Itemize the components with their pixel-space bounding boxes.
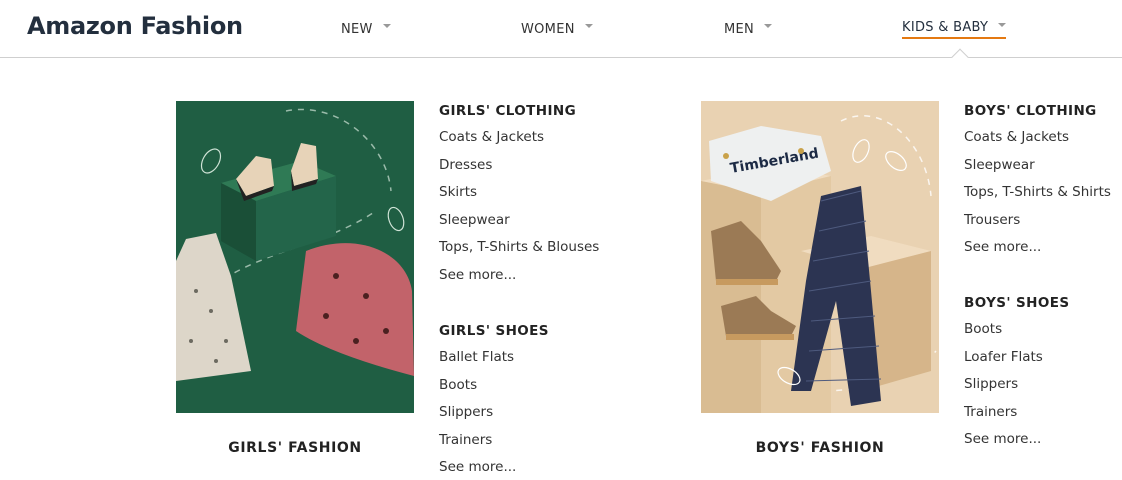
chevron-down-icon (998, 22, 1007, 27)
nav-men-label: MEN (724, 21, 755, 37)
girls-shoes-link[interactable]: Ballet Flats (439, 344, 549, 372)
nav-kids-baby-label: KIDS & BABY (902, 20, 989, 35)
nav-kids-baby[interactable]: KIDS & BABY (902, 19, 1007, 39)
girls-fashion-illustration (176, 101, 414, 413)
girls-clothing-link[interactable]: Dresses (439, 152, 599, 180)
chevron-down-icon (584, 24, 593, 28)
boys-clothing-link[interactable]: Sleepwear (964, 152, 1111, 180)
boys-shoes-link[interactable]: Boots (964, 316, 1069, 344)
girls-clothing-column: GIRLS' CLOTHING Coats & Jackets Dresses … (439, 101, 599, 289)
boys-clothing-link[interactable]: Coats & Jackets (964, 124, 1111, 152)
boys-shoes-link[interactable]: Slippers (964, 371, 1069, 399)
girls-shoes-column: GIRLS' SHOES Ballet Flats Boots Slippers… (439, 321, 549, 480)
girls-clothing-link[interactable]: Sleepwear (439, 207, 599, 235)
girls-shoes-link[interactable]: Boots (439, 372, 549, 400)
boys-fashion-image[interactable]: Timberland (701, 101, 939, 413)
girls-fashion-caption[interactable]: GIRLS' FASHION (176, 440, 414, 456)
boys-shoes-link[interactable]: Trainers (964, 399, 1069, 427)
nav-new-label: NEW (341, 21, 373, 37)
amazon-fashion-logo[interactable]: Amazon Fashion (27, 12, 243, 40)
girls-fashion-image[interactable] (176, 101, 414, 413)
boys-shoes-see-more-link[interactable]: See more... (964, 426, 1069, 454)
nav-women[interactable]: WOMEN (521, 19, 593, 39)
girls-shoes-link[interactable]: Trainers (439, 427, 549, 455)
boys-clothing-see-more-link[interactable]: See more... (964, 234, 1111, 262)
boys-clothing-column: BOYS' CLOTHING Coats & Jackets Sleepwear… (964, 101, 1111, 262)
girls-shoes-see-more-link[interactable]: See more... (439, 454, 549, 480)
girls-clothing-heading[interactable]: GIRLS' CLOTHING (439, 101, 599, 121)
boys-fashion-caption[interactable]: BOYS' FASHION (701, 440, 939, 456)
nav-men[interactable]: MEN (724, 19, 773, 39)
boys-fashion-illustration: Timberland (701, 101, 939, 413)
boys-clothing-link[interactable]: Tops, T-Shirts & Shirts (964, 179, 1111, 207)
boys-shoes-column: BOYS' SHOES Boots Loafer Flats Slippers … (964, 293, 1069, 454)
chevron-down-icon (382, 24, 391, 28)
chevron-down-icon (764, 24, 773, 28)
boys-clothing-heading[interactable]: BOYS' CLOTHING (964, 101, 1111, 121)
girls-clothing-link[interactable]: Skirts (439, 179, 599, 207)
top-header: Amazon Fashion NEW WOMEN MEN KIDS & BABY (0, 0, 1122, 58)
boys-clothing-link[interactable]: Trousers (964, 207, 1111, 235)
girls-clothing-see-more-link[interactable]: See more... (439, 262, 599, 290)
boys-shoes-heading[interactable]: BOYS' SHOES (964, 293, 1069, 313)
girls-clothing-link[interactable]: Coats & Jackets (439, 124, 599, 152)
girls-shoes-link[interactable]: Slippers (439, 399, 549, 427)
girls-clothing-link[interactable]: Tops, T-Shirts & Blouses (439, 234, 599, 262)
girls-shoes-heading[interactable]: GIRLS' SHOES (439, 321, 549, 341)
nav-new[interactable]: NEW (341, 19, 391, 39)
boys-shoes-link[interactable]: Loafer Flats (964, 344, 1069, 372)
nav-women-label: WOMEN (521, 21, 575, 37)
